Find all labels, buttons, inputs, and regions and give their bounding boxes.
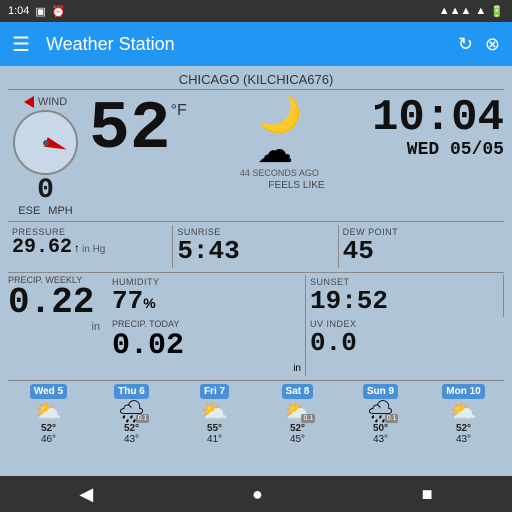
refresh-icon[interactable]: ↻ [458, 34, 473, 55]
forecast-day-label: Fri 7 [200, 384, 229, 399]
forecast-temps: 52°43° [456, 423, 471, 445]
top-section: WIND 0 ESE MPH 52 °F 🌙☁ [8, 96, 504, 217]
offline-icon[interactable]: ⊗ [485, 34, 500, 55]
status-right: ▲▲▲ ▲ 🔋 [439, 5, 504, 18]
precip-weekly-block: PRECIP. WEEKLY 0.22 in [8, 275, 108, 377]
forecast-weather-icon: ⛅ [201, 401, 228, 423]
precip-today-value: 0.02 [112, 329, 301, 363]
weather-icon-block: 🌙☁ 44 SECONDS AGO [240, 96, 319, 180]
humidity-cell: HUMIDITY 77 % [108, 275, 306, 318]
nav-recent-button[interactable]: ■ [422, 484, 433, 505]
forecast-day-label: Mon 10 [442, 384, 484, 399]
compass-center-icon [43, 140, 49, 146]
wind-units: ESE MPH [18, 205, 72, 217]
status-wifi-icon: ▲ [475, 5, 486, 17]
forecast-day-label: Thu 6 [114, 384, 149, 399]
temperature-value: 52 [89, 96, 171, 164]
forecast-precip-badge: 0.1 [136, 414, 150, 423]
sunrise-value: 5:43 [177, 237, 333, 266]
forecast-day-item: Wed 5 ⛅52°46° [8, 384, 89, 445]
forecast-day-item: Sun 9 🌧0.150°43° [340, 384, 421, 445]
top-bar: ☰ Weather Station ↻ ⊗ [0, 22, 512, 66]
weather-ago: 44 SECONDS AGO [240, 168, 319, 180]
stats-precip-row: PRECIP. WEEKLY 0.22 in HUMIDITY 77 % SUN… [8, 272, 504, 377]
status-alarm-icon: ⏰ [52, 5, 66, 18]
pressure-cell: PRESSURE 29.62 ↑ in Hg [8, 225, 173, 268]
pressure-value: 29.62 [12, 237, 72, 259]
forecast-weather-icon: ⛅0.1 [284, 401, 311, 423]
forecast-day-label: Sun 9 [363, 384, 398, 399]
status-sim-icon: ▣ [35, 5, 45, 18]
stats-grid-top: PRESSURE 29.62 ↑ in Hg SUNRISE 5:43 DEW … [8, 221, 504, 268]
temperature-block: 52 °F [89, 96, 187, 164]
bottom-nav: ◀ ● ■ [0, 476, 512, 512]
forecast-temps: 52°46° [41, 423, 56, 445]
dew-point-cell: DEW POINT 45 [339, 225, 504, 268]
dew-point-value: 45 [343, 237, 500, 266]
forecast-weather-icon: ⛅ [450, 401, 477, 423]
station-name: CHICAGO (KILCHICA676) [8, 72, 504, 90]
forecast-section: Wed 5⛅52°46°Thu 6🌧0.152°43°Fri 7⛅55°41°S… [8, 380, 504, 445]
sunrise-cell: SUNRISE 5:43 [173, 225, 338, 268]
precip-today-cell: PRECIP. TODAY 0.02 in [108, 317, 306, 376]
precip-today-unit: in [112, 363, 301, 374]
forecast-weather-icon: ⛅ [35, 401, 62, 423]
time-block: 10:04 WED 05/05 [372, 96, 504, 160]
main-content: CHICAGO (KILCHICA676) WIND 0 ESE MPH [0, 66, 512, 451]
current-date: WED 05/05 [407, 140, 504, 160]
wind-section: WIND 0 ESE MPH [8, 96, 83, 217]
forecast-day-item: Mon 10 ⛅52°43° [423, 384, 504, 445]
forecast-day-label: Sat 8 [282, 384, 314, 399]
status-bar: 1:04 ▣ ⏰ ▲▲▲ ▲ 🔋 [0, 0, 512, 22]
uv-value: 0.0 [310, 329, 500, 358]
temp-time-row: 52 °F 🌙☁ 44 SECONDS AGO 10:04 WED 05/05 [89, 96, 504, 180]
pressure-arrow: ↑ [74, 241, 80, 255]
forecast-day-item: Fri 7 ⛅55°41° [174, 384, 255, 445]
forecast-temps: 55°41° [207, 423, 222, 445]
status-left: 1:04 ▣ ⏰ [8, 5, 66, 18]
nav-home-button[interactable]: ● [252, 484, 263, 505]
nav-back-button[interactable]: ◀ [79, 484, 93, 505]
forecast-weather-icon: 🌧0.1 [118, 401, 146, 423]
sunset-value: 19:52 [310, 287, 499, 316]
wind-speed-value: 0 [37, 177, 54, 205]
humidity-unit: % [143, 295, 155, 311]
forecast-day-label: Wed 5 [30, 384, 67, 399]
forecast-row: Wed 5⛅52°46°Thu 6🌧0.152°43°Fri 7⛅55°41°S… [8, 384, 504, 445]
wind-direction-icon [24, 96, 34, 108]
sunset-cell: SUNSET 19:52 [306, 275, 504, 318]
precip-weekly-value: 0.22 [8, 285, 100, 321]
humidity-value: 77 [112, 287, 143, 316]
forecast-precip-badge: 0.1 [385, 414, 399, 423]
weather-icon: 🌙☁ [257, 96, 302, 168]
forecast-weather-icon: 🌧0.1 [367, 401, 395, 423]
status-time: 1:04 [8, 5, 29, 17]
center-section: 52 °F 🌙☁ 44 SECONDS AGO 10:04 WED 05/05 … [89, 96, 504, 191]
wind-label: WIND [24, 96, 67, 108]
temperature-unit: °F [171, 102, 187, 120]
wind-unit: MPH [48, 205, 72, 217]
forecast-day-item: Thu 6 🌧0.152°43° [91, 384, 172, 445]
pressure-unit: in Hg [82, 244, 105, 255]
app-title: Weather Station [46, 34, 458, 55]
menu-icon[interactable]: ☰ [12, 32, 30, 57]
forecast-day-item: Sat 8 ⛅0.152°45° [257, 384, 338, 445]
status-signal-icon: ▲▲▲ [439, 5, 472, 17]
forecast-precip-badge: 0.1 [301, 414, 315, 423]
status-battery-icon: 🔋 [490, 5, 504, 18]
wind-direction: ESE [18, 205, 40, 217]
forecast-temps: 52°43° [124, 423, 139, 445]
top-actions: ↻ ⊗ [458, 34, 500, 55]
precip-today-label: PRECIP. TODAY [112, 319, 301, 329]
wind-compass [13, 110, 78, 175]
uv-cell: UV INDEX 0.0 [306, 317, 504, 376]
current-time: 10:04 [372, 96, 504, 140]
forecast-temps: 52°45° [290, 423, 305, 445]
feels-like-label: FEELS LIKE [89, 180, 504, 191]
forecast-temps: 50°43° [373, 423, 388, 445]
right-stats: HUMIDITY 77 % SUNSET 19:52 PRECIP. TODAY… [108, 275, 504, 377]
